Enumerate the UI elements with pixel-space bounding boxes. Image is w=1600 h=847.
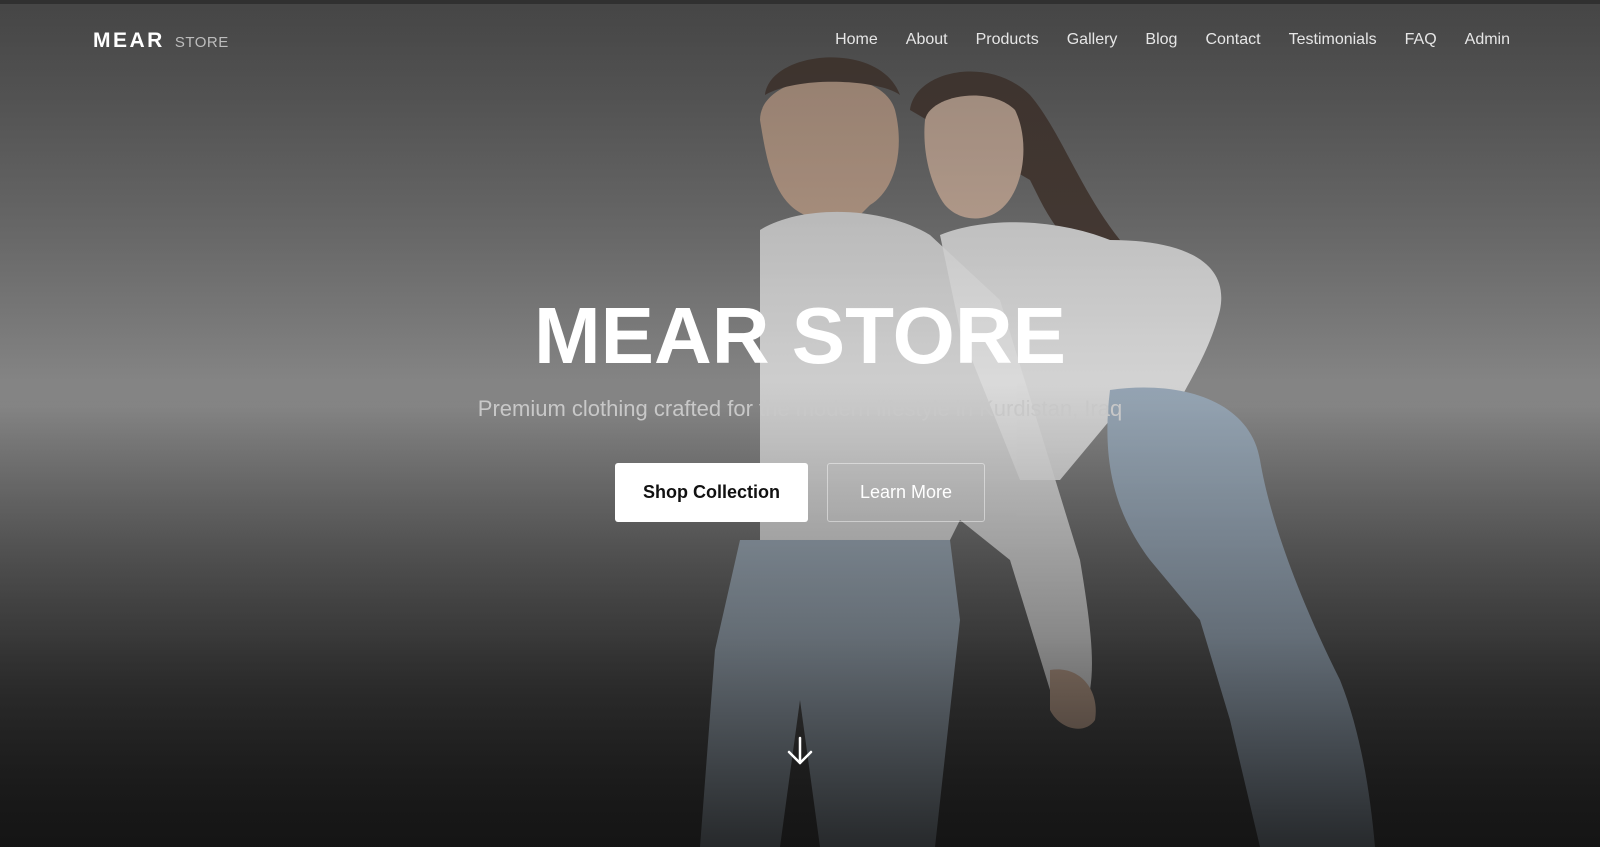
nav-item-testimonials[interactable]: Testimonials [1289,31,1377,49]
learn-more-button[interactable]: Learn More [827,463,985,522]
nav-item-contact[interactable]: Contact [1205,31,1260,49]
nav-item-products[interactable]: Products [976,31,1039,49]
hero-subtitle: Premium clothing crafted for the modern … [477,396,1123,421]
hero-title: MEAR STORE [534,291,1066,380]
nav-item-blog[interactable]: Blog [1145,31,1177,49]
nav-menu: Home About Products Gallery Blog Contact… [835,31,1510,49]
hero-section: MEAR STORE Home About Products Gallery B… [0,0,1600,847]
nav-item-about[interactable]: About [906,31,948,49]
nav-item-gallery[interactable]: Gallery [1067,31,1118,49]
hero-actions: Shop Collection Learn More [0,463,1600,522]
nav-item-admin[interactable]: Admin [1465,31,1510,49]
nav-item-faq[interactable]: FAQ [1405,31,1437,49]
brand-logo[interactable]: MEAR STORE [93,29,229,53]
top-navbar: MEAR STORE Home About Products Gallery B… [0,0,1600,84]
shop-collection-button[interactable]: Shop Collection [615,463,808,522]
nav-item-home[interactable]: Home [835,31,878,49]
brand-name: MEAR [93,29,165,52]
arrow-down-icon[interactable] [786,736,814,766]
brand-suffix: STORE [174,34,229,51]
hero-content: MEAR STORE Premium clothing crafted for … [0,288,1600,522]
